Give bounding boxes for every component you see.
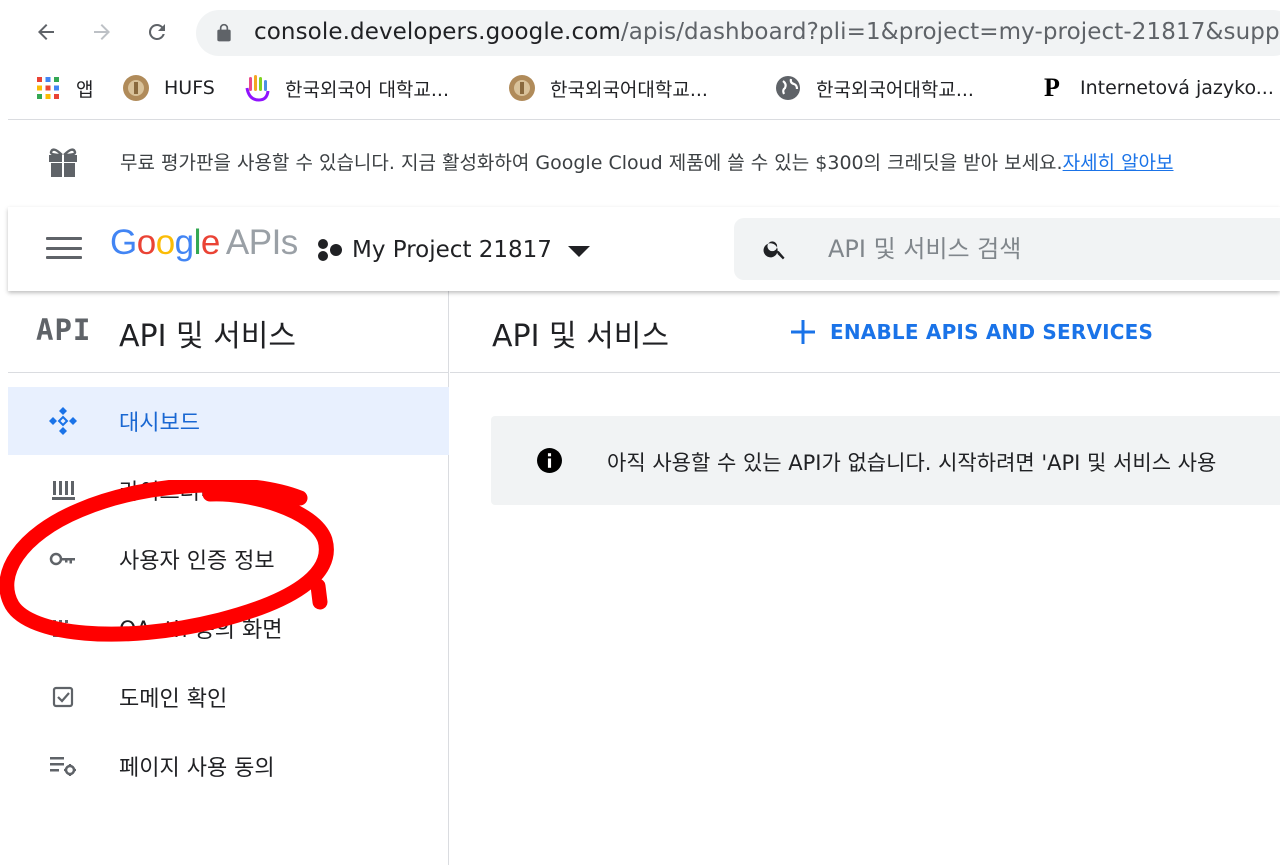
- url-host: console.developers.google.com: [254, 19, 621, 45]
- sidebar-item-library[interactable]: 라이브러리: [8, 456, 449, 524]
- bookmark-label: 한국외국어대학교...: [816, 78, 974, 101]
- sidebar-item-dashboard[interactable]: 대시보드: [8, 387, 449, 455]
- hufs-seal-icon: [508, 74, 536, 102]
- sidebar-item-domain-verification[interactable]: 도메인 확인: [8, 663, 449, 731]
- sidebar: API API 및 서비스 대시보드 라이브러리 사용자 인증 정보 OAuth…: [8, 291, 449, 865]
- bookmark-hufs[interactable]: HUFS: [122, 74, 215, 102]
- bookmark-label: HUFS: [164, 77, 215, 99]
- sidebar-item-page-usage-agreement[interactable]: 페이지 사용 동의: [8, 732, 449, 800]
- apps-grid-icon: [34, 74, 62, 102]
- logo-suffix: APIs: [225, 223, 298, 262]
- logo-letter: o: [136, 223, 156, 262]
- bookmarks-bar: 앱 HUFS 한국외국어 대학교... 한국외국어대학교... 한국외국어대학교…: [0, 66, 1280, 110]
- search-icon: [763, 241, 785, 260]
- logo-letter: g: [174, 223, 194, 262]
- lock-icon: [217, 23, 231, 42]
- address-bar[interactable]: console.developers.google.com/apis/dashb…: [196, 10, 1280, 56]
- enable-apis-label: ENABLE APIS AND SERVICES: [830, 320, 1154, 344]
- hufs-seal-icon: [122, 74, 150, 102]
- main-header: API 및 서비스 ENABLE APIS AND SERVICES: [450, 291, 1280, 373]
- logo-letter: G: [110, 223, 137, 262]
- forward-button[interactable]: [84, 14, 120, 50]
- back-arrow-icon: [38, 24, 54, 40]
- caret-down-icon: [567, 246, 590, 257]
- bookmark-hufs-2[interactable]: 한국외국어대학교...: [508, 74, 708, 102]
- logo-letter: o: [155, 223, 175, 262]
- notice-text: 아직 사용할 수 있는 API가 없습니다. 시작하려면 'API 및 서비스 …: [607, 451, 1217, 475]
- logo-letter: e: [200, 223, 220, 262]
- sidebar-item-label: 도메인 확인: [119, 687, 228, 712]
- logo-letter: l: [193, 223, 202, 262]
- search-bar[interactable]: [734, 218, 1280, 280]
- bookmark-label: 한국외국어 대학교...: [285, 78, 449, 101]
- search-input[interactable]: [828, 232, 1268, 266]
- trial-banner: 무료 평가판을 사용할 수 있습니다. 지금 활성화하여 Google Clou…: [8, 120, 1280, 206]
- bookmark-apps[interactable]: 앱: [34, 74, 93, 102]
- plus-icon: [791, 320, 815, 344]
- settings-list-icon: [48, 751, 78, 781]
- reload-icon: [148, 23, 165, 40]
- bookmark-hufs-hand[interactable]: 한국외국어 대학교...: [243, 74, 449, 102]
- empty-state-notice: 아직 사용할 수 있는 API가 없습니다. 시작하려면 'API 및 서비스 …: [491, 416, 1280, 505]
- project-selector[interactable]: My Project 21817: [316, 233, 590, 267]
- app-header: Google APIs My Project 21817: [8, 207, 1280, 291]
- letter-p-icon: P: [1044, 73, 1060, 102]
- project-name: My Project 21817: [352, 237, 552, 263]
- browser-chrome: console.developers.google.com/apis/dashb…: [0, 0, 1280, 120]
- bookmark-hufs-3[interactable]: 한국외국어대학교...: [774, 74, 974, 102]
- reload-button[interactable]: [139, 14, 175, 50]
- dashboard-icon: [48, 406, 78, 436]
- forward-arrow-icon: [94, 24, 110, 40]
- enable-apis-button[interactable]: ENABLE APIS AND SERVICES: [790, 315, 1153, 349]
- url-text: console.developers.google.com/apis/dashb…: [254, 19, 1280, 45]
- key-icon: [48, 544, 78, 574]
- checkbox-icon: [48, 682, 78, 712]
- sidebar-item-label: 사용자 인증 정보: [119, 549, 275, 574]
- sidebar-item-oauth-consent[interactable]: OAuth 동의 화면: [8, 594, 449, 662]
- menu-icon[interactable]: [44, 233, 84, 263]
- url-path: /apis/dashboard?pli=1&project=my-project…: [620, 19, 1280, 45]
- page-title: API 및 서비스: [492, 319, 669, 354]
- hand-logo-icon: [243, 74, 271, 102]
- sidebar-header: API API 및 서비스: [8, 291, 449, 373]
- sidebar-item-label: OAuth 동의 화면: [119, 618, 283, 643]
- sidebar-item-label: 라이브러리: [119, 480, 221, 505]
- consent-icon: [48, 613, 78, 643]
- sidebar-item-credentials[interactable]: 사용자 인증 정보: [8, 525, 449, 593]
- api-logo-icon: API: [36, 313, 92, 347]
- bookmark-internetova[interactable]: P Internetová jazyko...: [1038, 73, 1274, 102]
- banner-text: 무료 평가판을 사용할 수 있습니다. 지금 활성화하여 Google Clou…: [120, 148, 1174, 175]
- gift-icon: [49, 148, 77, 177]
- info-icon: [537, 448, 562, 473]
- project-dots-icon: [318, 239, 342, 261]
- bookmark-label: Internetová jazyko...: [1080, 77, 1274, 99]
- bookmark-label: 한국외국어대학교...: [550, 78, 708, 101]
- globe-icon: [774, 74, 802, 102]
- back-button[interactable]: [28, 14, 64, 50]
- library-icon: [48, 475, 78, 505]
- sidebar-item-label: 페이지 사용 동의: [119, 756, 275, 781]
- bookmark-label: 앱: [76, 78, 94, 101]
- learn-more-link[interactable]: 자세히 알아보: [1063, 152, 1174, 174]
- sidebar-item-label: 대시보드: [119, 411, 200, 436]
- banner-message: 무료 평가판을 사용할 수 있습니다. 지금 활성화하여 Google Clou…: [120, 152, 1063, 174]
- google-apis-logo[interactable]: Google APIs: [110, 223, 298, 263]
- sidebar-title: API 및 서비스: [119, 319, 296, 354]
